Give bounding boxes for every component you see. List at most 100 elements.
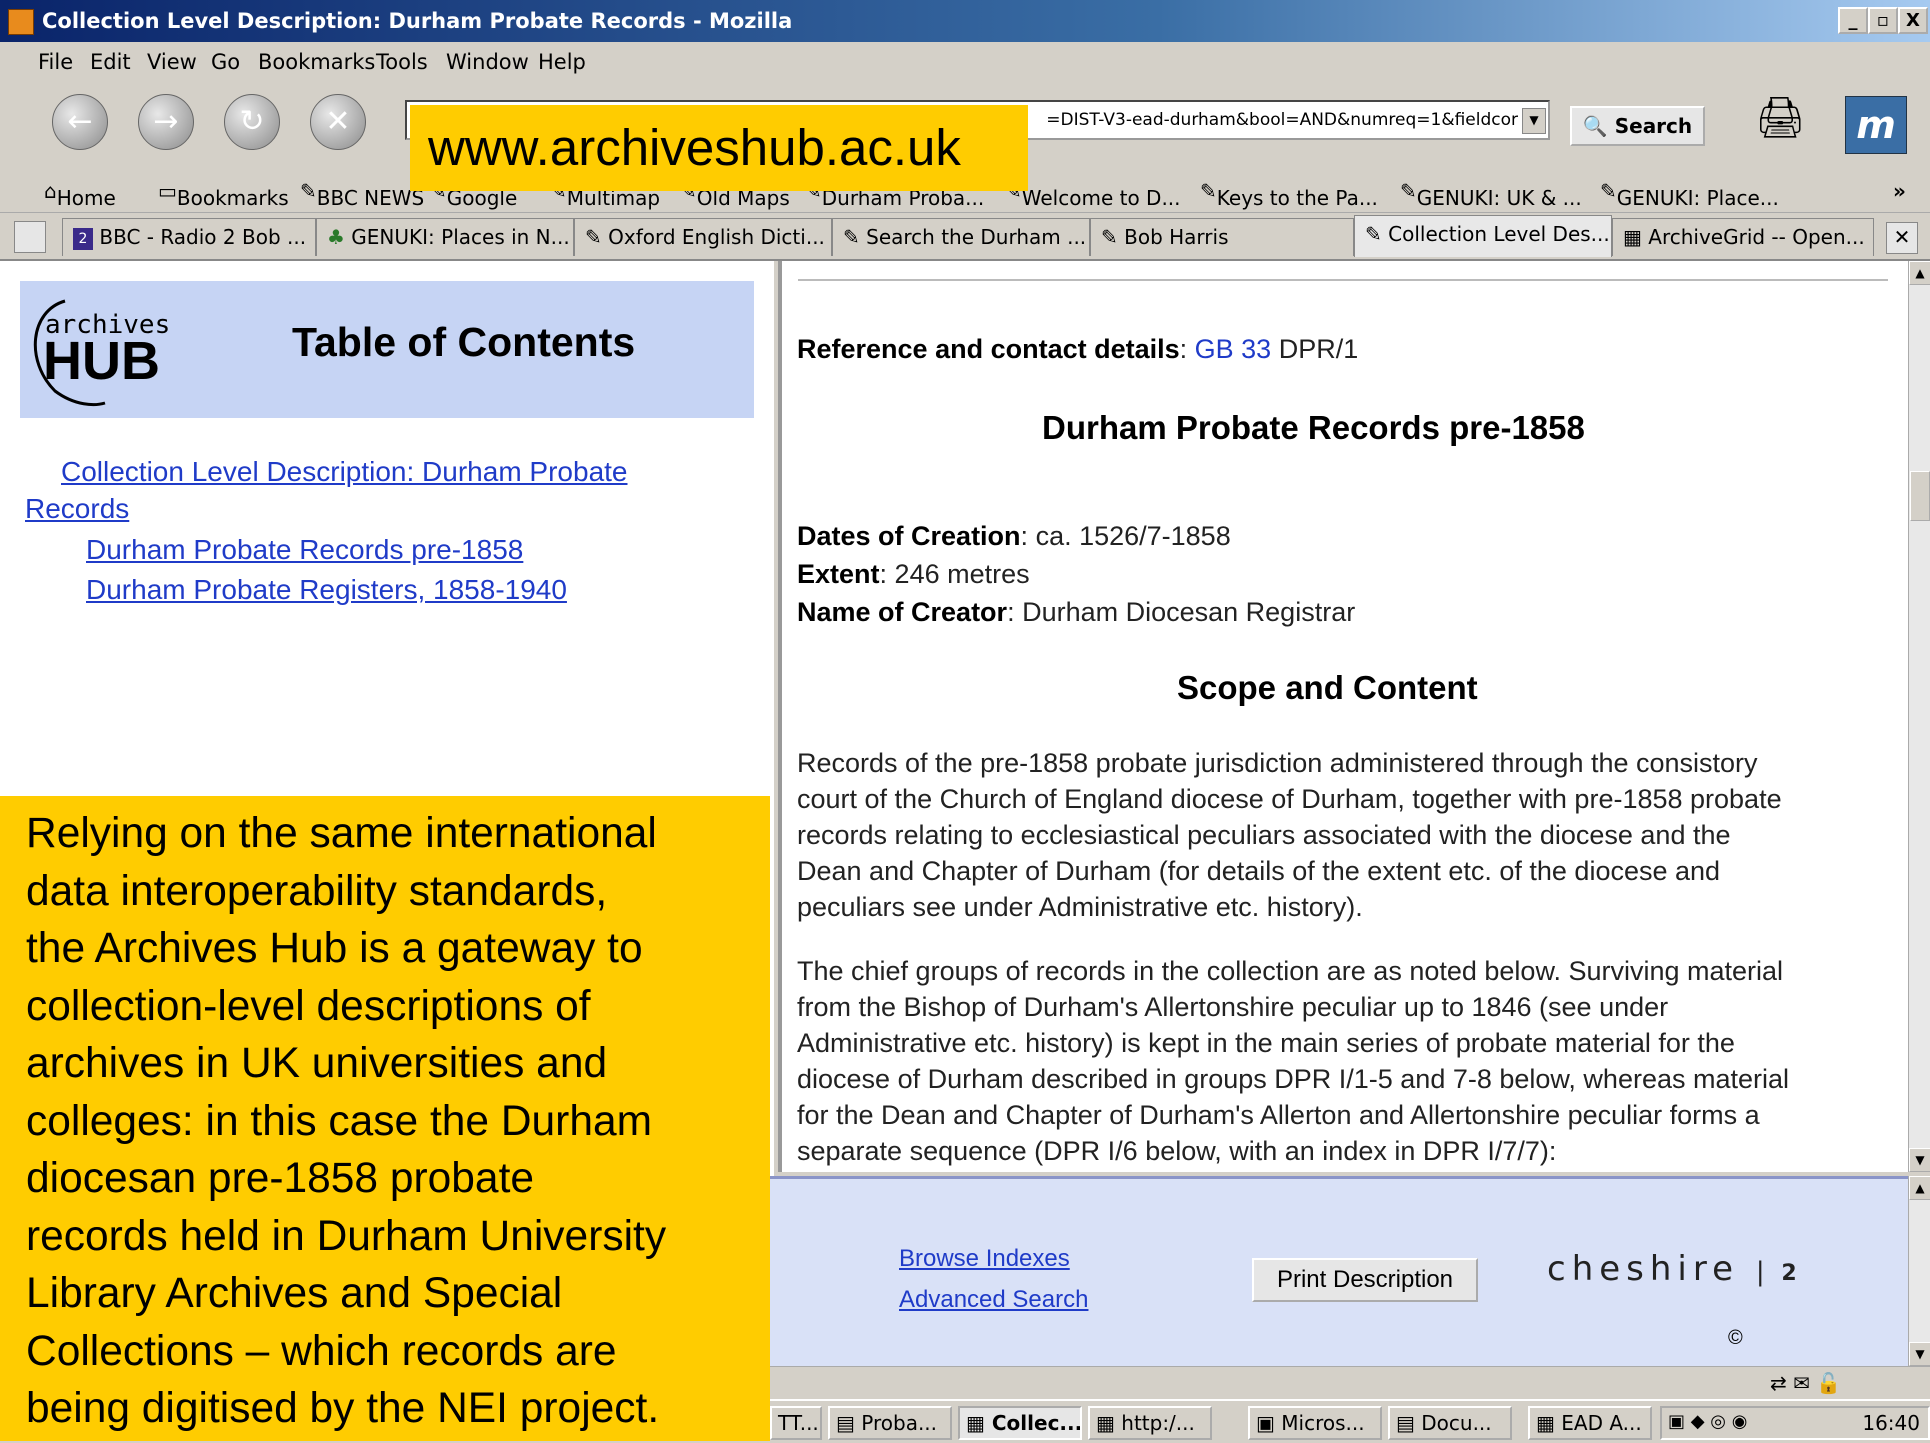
scroll-down-icon[interactable]: ▼ (1909, 1148, 1930, 1172)
search-icon: 🔍 (1582, 114, 1608, 138)
word-icon: ▤ (1396, 1411, 1415, 1435)
menu-window[interactable]: Window (446, 50, 529, 74)
genuki-icon: ♣ (327, 225, 345, 249)
tab-bob-harris[interactable]: ✎ Bob Harris (1090, 218, 1354, 256)
menu-go[interactable]: Go (211, 50, 240, 74)
menu-edit[interactable]: Edit (90, 50, 131, 74)
menu-bar: File Edit View Go Bookmarks Tools Window… (0, 42, 1930, 82)
description-caption: Relying on the same international data i… (0, 796, 770, 1441)
search-button[interactable]: 🔍 Search (1570, 106, 1705, 146)
reference-value: DPR/1 (1278, 334, 1359, 364)
scroll-down-icon[interactable]: ▼ (1909, 1342, 1930, 1366)
minimize-button[interactable]: _ (1838, 7, 1868, 34)
task-word-docu[interactable]: ▤ Docu... (1388, 1406, 1512, 1440)
caption-line: Relying on the same international (26, 810, 657, 857)
print-description-button[interactable]: Print Description (1252, 1258, 1478, 1302)
bookmark-bookmarks[interactable]: ▭ Bookmarks (158, 179, 289, 210)
status-icons: ⇄ ✉ 🔓 (1770, 1371, 1842, 1395)
windows-taskbar: TT... ▤ Proba... ▦ Collec... ▦ http:/...… (770, 1399, 1930, 1443)
task-mozilla-collec[interactable]: ▦ Collec... (958, 1406, 1082, 1440)
search-button-label: Search (1614, 114, 1693, 138)
tab-label: Oxford English Dicti... (608, 225, 825, 249)
tab-bbc-radio[interactable]: 2 BBC - Radio 2 Bob ... (62, 218, 316, 256)
caption-line: Library Archives and Special (26, 1270, 563, 1317)
forward-icon[interactable]: → (138, 94, 194, 150)
caption-line: diocesan pre-1858 probate (26, 1155, 535, 1202)
back-icon[interactable]: ← (52, 94, 108, 150)
toc-link-collection[interactable]: Collection Level Description: Durham Pro… (61, 456, 628, 488)
reference-link[interactable]: GB 33 (1195, 334, 1272, 364)
bookmark-home[interactable]: ⌂ Home (44, 179, 116, 210)
stop-icon[interactable]: ✕ (310, 94, 366, 150)
reference-label: Reference and contact details (797, 334, 1180, 364)
advanced-search-link[interactable]: Advanced Search (899, 1286, 1088, 1314)
toc-link-collection-cont[interactable]: Records (25, 493, 129, 525)
record-frame: Reference and contact details: GB 33 DPR… (778, 261, 1912, 1172)
tab-label: BBC - Radio 2 Bob ... (99, 225, 307, 249)
tab-search-durham[interactable]: ✎ Search the Durham ... (832, 218, 1090, 256)
reference-row: Reference and contact details: GB 33 DPR… (797, 334, 1359, 364)
navigation-scrollbar[interactable]: ▲ ▼ (1908, 1176, 1930, 1366)
task-mozilla-http[interactable]: ▦ http:/... (1088, 1406, 1212, 1440)
extent-row: Extent: 246 metres (797, 559, 1030, 589)
tab-label: GENUKI: Places in N... (351, 225, 570, 249)
reload-icon[interactable]: ↻ (224, 94, 280, 150)
bookmark-bbc-news[interactable]: ✎ BBC NEWS (300, 179, 424, 210)
scroll-up-icon[interactable]: ▲ (1909, 1176, 1930, 1200)
task-word-proba[interactable]: ▤ Proba... (828, 1406, 952, 1440)
scroll-thumb[interactable] (1910, 471, 1930, 521)
tab-oxford-english[interactable]: ✎ Oxford English Dicti... (574, 218, 832, 256)
scope-para2-line: separate sequence (DPR I/6 below, with a… (797, 1136, 1557, 1166)
task-mozilla-ead[interactable]: ▦ EAD A... (1528, 1406, 1652, 1440)
bookmark-keys-label: Keys to the Pa... (1216, 186, 1378, 210)
bookmark-keys[interactable]: ✎ Keys to the Pa... (1200, 179, 1378, 210)
caption-line: Collections – which records are (26, 1327, 617, 1375)
menu-tools[interactable]: Tools (376, 50, 428, 74)
toc-link-records-pre1858[interactable]: Durham Probate Records pre-1858 (86, 534, 523, 566)
tab-bar: 2 BBC - Radio 2 Bob ... ♣ GENUKI: Places… (0, 213, 1930, 261)
menu-help[interactable]: Help (538, 50, 586, 74)
bookmark-bbc-news-label: BBC NEWS (316, 186, 425, 210)
close-tab-icon[interactable]: ✕ (1886, 222, 1918, 254)
task-label: Collec... (991, 1411, 1082, 1435)
bookmark-welcome-label: Welcome to D... (1021, 186, 1181, 210)
task-excel-micros[interactable]: ▣ Micros... (1248, 1406, 1382, 1440)
creator-row: Name of Creator: Durham Diocesan Registr… (797, 597, 1356, 627)
tray-icons[interactable]: ▣ ◆ ◎ ◉ (1668, 1411, 1747, 1432)
maximize-button[interactable]: ▫ (1868, 7, 1898, 34)
tab-collection-level[interactable]: ✎ Collection Level Des... (1354, 215, 1612, 257)
record-scrollbar[interactable]: ▲ ▼ (1908, 261, 1930, 1172)
bookmark-page-icon: ✎ (843, 225, 860, 249)
extent-value: 246 metres (894, 559, 1030, 589)
cheshire-logo: cheshire | 2 (1547, 1249, 1797, 1289)
new-tab-icon[interactable] (14, 221, 46, 253)
caption-line: colleges: in this case the Durham (26, 1097, 653, 1145)
tab-archivegrid[interactable]: ▦ ArchiveGrid -- Open... (1612, 218, 1874, 256)
scope-heading: Scope and Content (1177, 669, 1478, 706)
bookmarks-overflow-chevron[interactable]: » (1893, 179, 1906, 203)
print-icon[interactable]: 🖨 (1755, 94, 1815, 144)
bookmark-genuki-uk[interactable]: ✎ GENUKI: UK & ... (1400, 179, 1582, 210)
scroll-up-icon[interactable]: ▲ (1909, 261, 1930, 285)
toc-link-registers[interactable]: Durham Probate Registers, 1858-1940 (86, 574, 567, 606)
scope-para1-line: Records of the pre-1858 probate jurisdic… (797, 748, 1758, 778)
tab-label: ArchiveGrid -- Open... (1648, 225, 1865, 249)
task-item[interactable]: TT... (770, 1406, 822, 1440)
menu-file[interactable]: File (38, 50, 73, 74)
scope-para1-line: Dean and Chapter of Durham (for details … (797, 856, 1721, 886)
system-tray: ▣ ◆ ◎ ◉ 16:40 (1660, 1406, 1930, 1440)
menu-view[interactable]: View (147, 50, 197, 74)
browse-indexes-link[interactable]: Browse Indexes (899, 1245, 1070, 1273)
toc-title: Table of Contents (292, 319, 636, 365)
bookmark-genuki-place[interactable]: ✎ GENUKI: Place... (1600, 179, 1779, 210)
menu-bookmarks[interactable]: Bookmarks (258, 50, 375, 74)
url-dropdown-icon[interactable]: ▼ (1522, 108, 1546, 134)
grid-icon: ▦ (1623, 225, 1642, 249)
tab-genuki-places[interactable]: ♣ GENUKI: Places in N... (316, 218, 574, 256)
close-button[interactable]: X (1898, 7, 1928, 34)
divider (798, 279, 1888, 281)
bookmark-bookmarks-label: Bookmarks (176, 186, 289, 210)
cheshire-logo-text: cheshire (1547, 1249, 1740, 1289)
mozilla-icon: ▦ (1096, 1411, 1115, 1435)
website-url-caption: www.archiveshub.ac.uk (410, 105, 1028, 191)
